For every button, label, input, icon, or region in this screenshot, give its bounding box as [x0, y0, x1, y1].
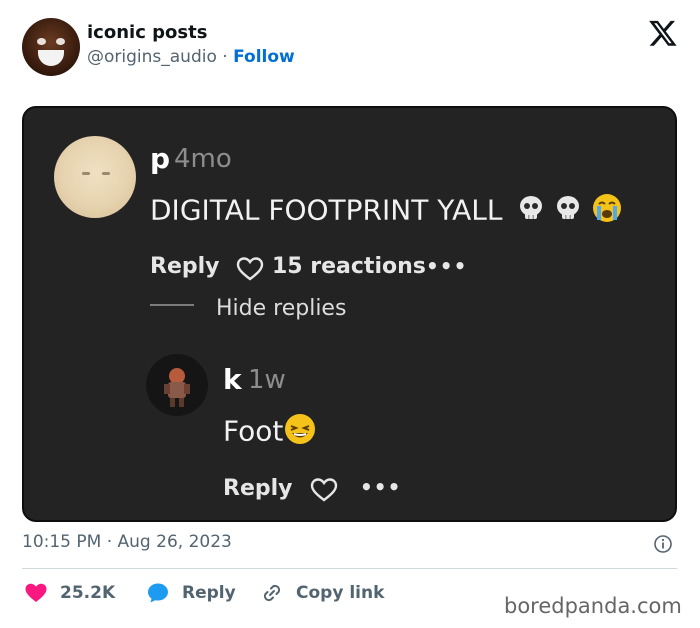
- copy-link-button[interactable]: Copy link: [260, 578, 384, 608]
- divider: [22, 568, 677, 569]
- reply-avatar: [146, 354, 208, 416]
- author-avatar[interactable]: [22, 18, 80, 76]
- x-logo-icon[interactable]: [648, 18, 678, 48]
- follow-button[interactable]: Follow: [233, 47, 295, 67]
- reply-text: Foot: [223, 412, 317, 453]
- reply-action[interactable]: Reply: [146, 578, 236, 608]
- commenter-avatar: [54, 136, 136, 218]
- author-handle[interactable]: @origins_audio: [87, 47, 217, 67]
- more-options-icon[interactable]: •••: [426, 254, 467, 278]
- heart-filled-icon: [25, 583, 47, 602]
- link-icon: [263, 584, 281, 602]
- replies-divider: [150, 304, 194, 306]
- reactions-count[interactable]: 15 reactions: [272, 254, 426, 279]
- reply-username: k: [223, 363, 242, 396]
- author-name[interactable]: iconic posts: [87, 22, 207, 43]
- tweet-timestamp[interactable]: 10:15 PM · Aug 26, 2023: [22, 532, 232, 552]
- comment-text-content: DIGITAL FOOTPRINT YALL: [150, 193, 503, 227]
- grinning-squinting-emoji-icon: [283, 412, 317, 453]
- reply-button[interactable]: Reply: [150, 254, 220, 279]
- heart-icon[interactable]: [310, 477, 338, 503]
- like-count: 25.2K: [60, 583, 116, 603]
- reply-time: 1w: [248, 365, 286, 395]
- like-button[interactable]: 25.2K: [24, 578, 115, 608]
- reply-bubble-icon: [148, 583, 168, 603]
- skull-emoji-icon: [517, 194, 545, 229]
- reply-label: Reply: [182, 583, 236, 603]
- info-icon[interactable]: [653, 534, 673, 554]
- more-options-icon[interactable]: •••: [360, 475, 401, 499]
- separator: ·: [216, 47, 234, 67]
- reply-reply-button[interactable]: Reply: [223, 476, 293, 501]
- loudly-crying-emoji-icon: [591, 192, 623, 231]
- comment-text: DIGITAL FOOTPRINT YALL: [150, 192, 623, 231]
- hide-replies-button[interactable]: Hide replies: [216, 296, 346, 321]
- tweet-media[interactable]: p 4mo DIGITAL FOOTPRINT YALL Reply 15 re…: [22, 106, 677, 522]
- skull-emoji-icon: [554, 194, 582, 229]
- copy-link-label: Copy link: [296, 583, 385, 603]
- author-handle-line: @origins_audio · Follow: [87, 47, 295, 67]
- tweet-header: iconic posts @origins_audio · Follow: [22, 18, 682, 80]
- heart-icon[interactable]: [236, 256, 264, 282]
- reply-text-content: Foot: [223, 414, 284, 448]
- comment-username: p: [150, 142, 171, 175]
- comment-time: 4mo: [174, 144, 232, 174]
- watermark: boredpanda.com: [504, 594, 682, 618]
